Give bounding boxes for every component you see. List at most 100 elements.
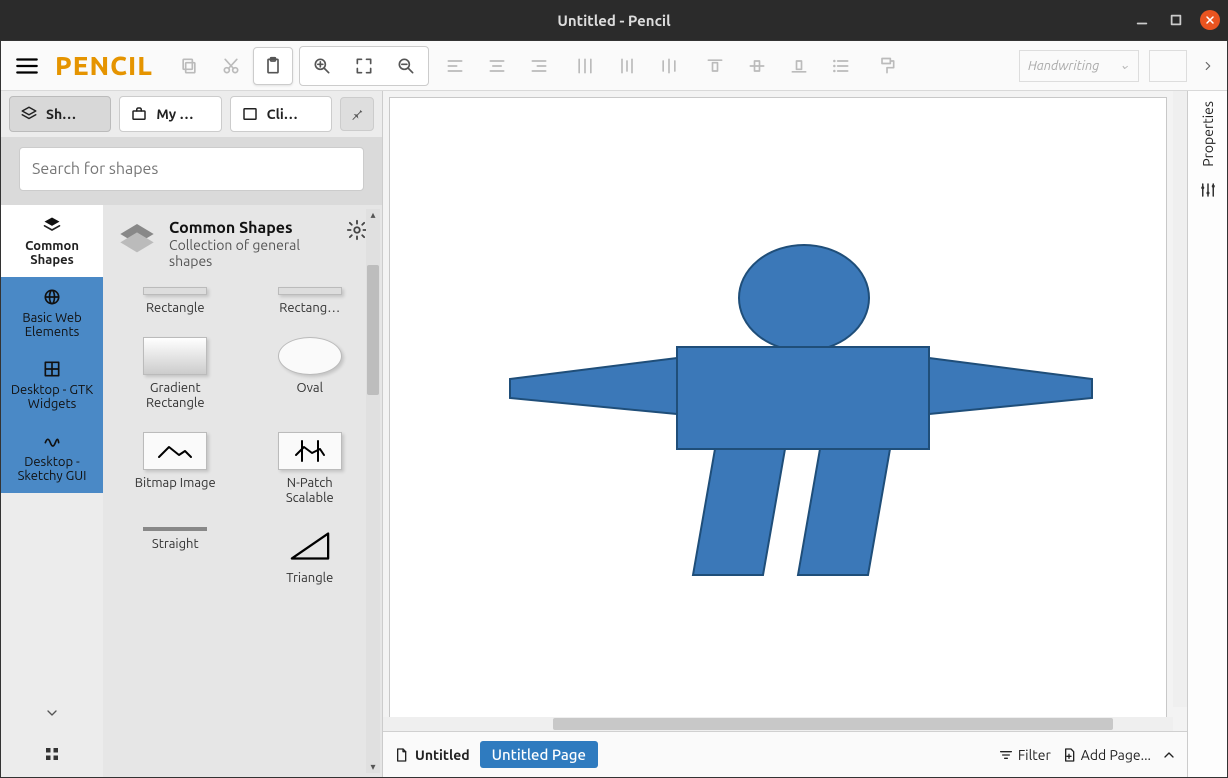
window-maximize-button[interactable] [1166, 10, 1186, 30]
image-icon [241, 105, 259, 123]
page-tab[interactable]: Untitled Page [480, 741, 598, 768]
right-rail: Properties [1187, 91, 1227, 777]
shape-torso[interactable] [677, 347, 929, 449]
category-column: Common Shapes Basic Web Elements Desktop… [1, 205, 103, 777]
grid-icon [42, 359, 62, 379]
filter-button[interactable]: Filter [998, 747, 1051, 763]
category-label: Basic Web Elements [5, 311, 99, 339]
canvas-horizontal-scrollbar[interactable] [383, 717, 1173, 731]
add-page-button[interactable]: Add Page... [1061, 747, 1151, 763]
align-center-button[interactable] [477, 47, 517, 85]
gear-icon [346, 219, 368, 241]
cut-button[interactable] [211, 47, 251, 85]
collection-title: Common Shapes [169, 219, 334, 237]
briefcase-icon [130, 105, 148, 123]
pin-icon [349, 106, 365, 122]
shape-right-arm[interactable] [929, 358, 1092, 414]
tab-label: Sh… [46, 106, 76, 122]
shape-scrollbar[interactable]: ▴ ▾ [366, 209, 380, 773]
shape-rounded-rectangle[interactable]: Rectang… [244, 279, 377, 325]
titlebar: Untitled - Pencil [0, 0, 1228, 40]
shape-left-leg[interactable] [693, 449, 785, 575]
shape-rectangle[interactable]: Rectangle [109, 279, 242, 325]
font-family-select[interactable]: Handwriting ⌄ [1019, 50, 1139, 82]
align-middle-button[interactable] [737, 47, 777, 85]
category-basic-web[interactable]: Basic Web Elements [1, 277, 103, 349]
category-gtk-widgets[interactable]: Desktop - GTK Widgets [1, 349, 103, 421]
chevron-down-icon [44, 705, 60, 721]
shape-straight-line[interactable]: Straight [109, 519, 242, 595]
main-toolbar: PENCIL [1, 41, 1227, 91]
tab-shapes[interactable]: Sh… [9, 96, 111, 132]
canvas-vertical-scrollbar[interactable] [1173, 91, 1187, 707]
squiggle-icon [42, 431, 62, 451]
layers-icon [42, 215, 62, 235]
distribute-h-left-button[interactable] [565, 47, 605, 85]
category-common-shapes[interactable]: Common Shapes [1, 205, 103, 277]
category-label: Desktop - Sketchy GUI [5, 455, 99, 483]
scrollbar-thumb[interactable] [367, 265, 379, 395]
copy-button[interactable] [169, 47, 209, 85]
properties-settings-button[interactable] [1199, 181, 1217, 203]
font-family-value: Handwriting [1028, 59, 1099, 73]
font-size-input[interactable] [1149, 50, 1187, 82]
scroll-up-icon: ▴ [366, 209, 380, 221]
document-icon [393, 747, 409, 763]
align-top-button[interactable] [695, 47, 735, 85]
shape-triangle[interactable]: Triangle [244, 519, 377, 595]
shape-gradient-rectangle[interactable]: Gradient Rectangle [109, 329, 242, 420]
shape-left-arm[interactable] [510, 358, 677, 414]
shape-npatch[interactable]: N-Patch Scalable [244, 424, 377, 515]
tab-label: Cli… [267, 106, 298, 122]
menu-button[interactable] [9, 48, 45, 84]
drawing-canvas[interactable] [390, 98, 1170, 717]
chevron-down-icon: ⌄ [1119, 58, 1130, 73]
align-right-button[interactable] [519, 47, 559, 85]
document-name: Untitled [415, 747, 470, 763]
align-left-button[interactable] [435, 47, 475, 85]
category-expand-button[interactable] [1, 695, 103, 735]
page-bar: Untitled Untitled Page Filter Add Page..… [383, 731, 1187, 777]
paste-button[interactable] [253, 47, 293, 85]
category-sketchy-gui[interactable]: Desktop - Sketchy GUI [1, 421, 103, 493]
toolbar-overflow-button[interactable] [1197, 47, 1219, 85]
category-label: Common Shapes [5, 239, 99, 267]
scrollbar-thumb[interactable] [553, 718, 1113, 730]
scroll-down-icon: ▾ [366, 761, 380, 773]
shape-bitmap-image[interactable]: Bitmap Image [109, 424, 242, 515]
tab-my-stuff[interactable]: My … [119, 96, 221, 132]
tab-clipart[interactable]: Cli… [230, 96, 332, 132]
sliders-icon [1199, 181, 1217, 199]
distribute-h-right-button[interactable] [649, 47, 689, 85]
zoom-out-button[interactable] [386, 47, 426, 85]
shape-head[interactable] [739, 245, 869, 351]
pin-sidebar-button[interactable] [340, 97, 374, 131]
page-bar-collapse-button[interactable] [1161, 747, 1177, 763]
collection-subtitle: Collection of general shapes [169, 237, 334, 269]
canvas-page[interactable] [389, 97, 1167, 717]
shape-oval[interactable]: Oval [244, 329, 377, 420]
layers-icon [20, 105, 38, 123]
collection-settings-button[interactable] [346, 219, 368, 241]
window-minimize-button[interactable] [1132, 10, 1152, 30]
chevron-up-icon [1161, 747, 1177, 763]
window-close-button[interactable] [1200, 10, 1220, 30]
window-title: Untitled - Pencil [557, 12, 670, 29]
add-page-icon [1061, 747, 1077, 763]
properties-tab[interactable]: Properties [1200, 101, 1216, 167]
align-bottom-button[interactable] [779, 47, 819, 85]
list-button[interactable] [821, 47, 861, 85]
shape-search-input[interactable] [19, 147, 364, 191]
tab-label: My … [156, 106, 193, 122]
globe-icon [42, 287, 62, 307]
category-label: Desktop - GTK Widgets [5, 383, 99, 411]
zoom-fit-button[interactable] [344, 47, 384, 85]
shape-right-leg[interactable] [798, 449, 890, 575]
format-paint-button[interactable] [867, 47, 907, 85]
zoom-in-button[interactable] [302, 47, 342, 85]
grid-icon [43, 745, 61, 763]
filter-icon [998, 747, 1014, 763]
canvas-area: Untitled Untitled Page Filter Add Page..… [383, 91, 1187, 777]
distribute-h-center-button[interactable] [607, 47, 647, 85]
category-grid-view-button[interactable] [1, 735, 103, 777]
